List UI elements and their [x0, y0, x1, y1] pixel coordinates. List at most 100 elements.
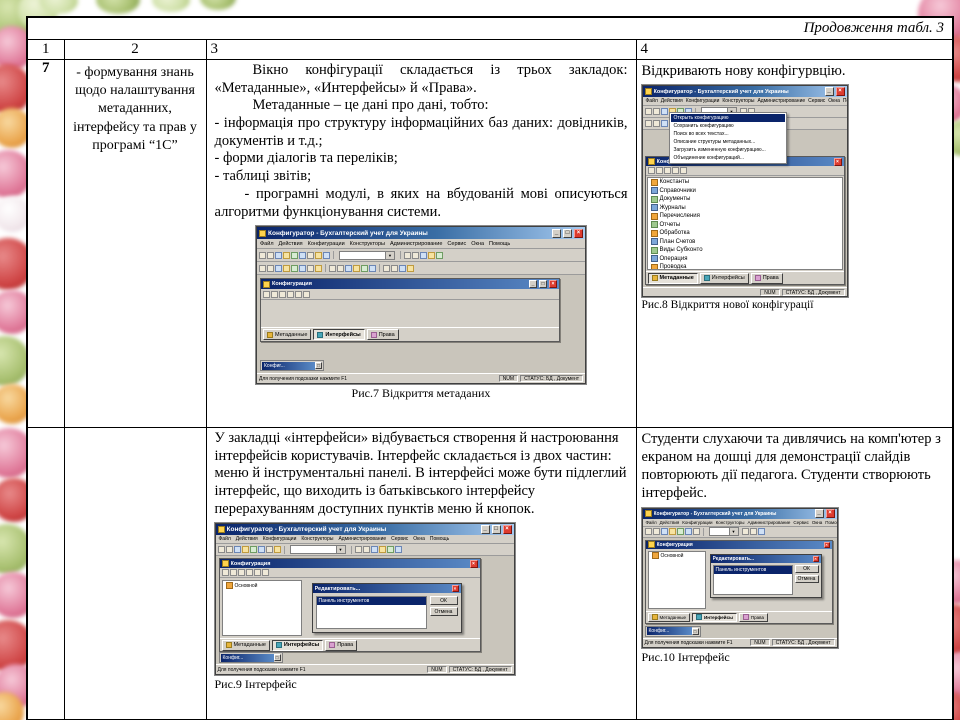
toolbar-icon — [291, 265, 298, 272]
menu-item: Конструкторы — [722, 98, 754, 104]
toolbar-icon — [653, 120, 660, 127]
configuration-tabs: Метаданные Интерфейсы Права — [646, 271, 844, 284]
maximize-icon: □ — [539, 280, 547, 288]
interfaces-icon — [317, 332, 323, 338]
toolbar-icon — [661, 120, 668, 127]
close-icon: × — [824, 542, 830, 548]
toolbar-icon — [218, 546, 225, 553]
menu-item: Файл — [646, 98, 658, 104]
interface-tree: Основной — [222, 580, 302, 636]
dialog-title: Редактировать... — [315, 586, 450, 592]
configurator-window-screenshot: Конфигуратор - Бухгалтерский учет для Ук… — [642, 508, 838, 648]
toolbar-standard — [257, 249, 585, 262]
dialog-titlebar: Редактировать... × — [313, 584, 461, 593]
tab-interfaces: Интерфейсы — [692, 613, 737, 622]
tab-label: Интерфейсы — [712, 275, 745, 281]
metadata-tree: КонстантыСправочникиДокументыЖурналыПере… — [647, 177, 843, 270]
app-icon — [645, 88, 652, 95]
toolbar-icon — [361, 265, 368, 272]
figure-9-caption: Рис.9 Інтерфейс — [215, 677, 628, 692]
table-header-row: 1 2 3 4 — [27, 40, 953, 60]
menu-bar: ФайлДействияКонфигурацииКонструкторыАдми… — [643, 519, 837, 527]
status-bar: NUM СТАТУС: БД , Документ — [643, 287, 847, 296]
toolbar-icon — [653, 528, 660, 535]
minimized-window: Конфиг... □ — [260, 360, 324, 371]
menu-item: Помощь — [430, 536, 449, 542]
configuration-child-window: Конфигурация × Основной Редактировать...… — [645, 540, 833, 624]
toolbar-icon — [750, 528, 757, 535]
dialog-title: Редактировать... — [713, 556, 811, 562]
edit-dialog: Редактировать... × Панель инструментов — [312, 583, 462, 633]
tree-item: Проводка — [648, 263, 842, 270]
tab-label: Метаданные — [660, 275, 694, 281]
status-hint: Для получения подсказки нажмите F1 — [259, 376, 347, 382]
child-window-titlebar: Конфигурация × — [220, 559, 480, 568]
toolbar-icon — [664, 167, 671, 174]
menu-item: Конструкторы — [716, 520, 745, 525]
configuration-child-window: Конфигурация × КонстантыСправочникиДокум… — [645, 156, 845, 285]
toolbar-icon — [353, 265, 360, 272]
toolbar-icon — [259, 252, 266, 259]
rights-icon — [371, 332, 377, 338]
toolbar-icon — [371, 546, 378, 553]
child-window-body: Основной Редактировать... × Панель инстр… — [220, 578, 480, 638]
close-icon: × — [503, 525, 512, 534]
toolbar-icon — [412, 252, 419, 259]
tab-interfaces: Интерфейсы — [272, 640, 323, 651]
tree-item: Журналы — [648, 204, 842, 213]
menu-item: Администрирование — [390, 241, 442, 247]
rights-icon — [743, 614, 749, 620]
child-window-title: Конфигурация — [657, 542, 822, 548]
window-titlebar: Конфигуратор - Бухгалтерский учет для Ук… — [257, 227, 585, 239]
toolbar-icon — [645, 108, 652, 115]
status-bar: Для получения подсказки нажмите F1 NUM С… — [643, 638, 837, 647]
menu-item: Файл — [219, 536, 231, 542]
interface-combobox — [290, 545, 346, 554]
figure-9: Конфигуратор - Бухгалтерский учет для Ук… — [215, 523, 628, 692]
minimize-icon: _ — [529, 280, 537, 288]
dialog-body: Панель инструментов ОК Отмена — [313, 593, 461, 632]
row7-activity-cell: Відкривають нову конфігурвцію. Конфигура… — [636, 60, 953, 428]
dropdown-menu-item: Объединение конфигураций... — [671, 154, 785, 162]
rights-icon — [755, 275, 761, 281]
toolbar-icon — [369, 265, 376, 272]
toolbar-icon — [645, 528, 652, 535]
column-header-1: 1 — [27, 40, 64, 60]
window-title: Конфигуратор - Бухгалтерский учет для Ук… — [654, 89, 823, 95]
configuration-icon — [263, 281, 270, 288]
maximize-icon: □ — [563, 229, 572, 238]
tab-label: Метаданные — [275, 332, 307, 338]
minimized-window: Конфиг... □ — [645, 626, 701, 637]
tab-label: Права — [337, 642, 353, 648]
menu-item: Действия — [660, 520, 680, 525]
toolbar-icon — [283, 252, 290, 259]
status-num: NUM — [499, 375, 518, 382]
menu-item: Конструкторы — [301, 536, 333, 542]
close-icon: × — [452, 585, 459, 592]
toolbar-icon — [250, 546, 257, 553]
status-num: NUM — [750, 639, 769, 646]
toolbar-icon — [420, 252, 427, 259]
menu-item: Помощь — [825, 520, 836, 525]
row8-activity-cell: Студенти слухаючи та дивлячись на комп'ю… — [636, 428, 953, 720]
toolbar-icon — [685, 528, 692, 535]
toolbar-standard — [216, 544, 514, 556]
minimize-icon: _ — [552, 229, 561, 238]
status-db: СТАТУС: БД , Документ — [520, 375, 583, 382]
skill-description: - формування знань щодо налаштування мет… — [64, 60, 206, 428]
menu-item: Конфигурации — [263, 536, 297, 542]
toolbar-icon — [259, 265, 266, 272]
toolbar-icon — [274, 546, 281, 553]
table-row-8: У закладці «інтерфейси» відбувається ств… — [27, 428, 953, 720]
dropdown-menu-item: Поиск во всех текстах... — [671, 130, 785, 138]
figure-7-caption: Рис.7 Відкриття метаданих — [215, 386, 628, 401]
child-window-toolbar — [261, 289, 559, 300]
tree-item: Перечисления — [648, 212, 842, 221]
toolbar-icon — [387, 546, 394, 553]
tree-item: Документы — [648, 195, 842, 204]
minimized-window: Конфиг... □ — [219, 652, 283, 663]
toolbar-icon — [391, 265, 398, 272]
close-icon: × — [826, 509, 835, 518]
toolbar-icon — [299, 252, 306, 259]
tree-item: Константы — [648, 178, 842, 187]
